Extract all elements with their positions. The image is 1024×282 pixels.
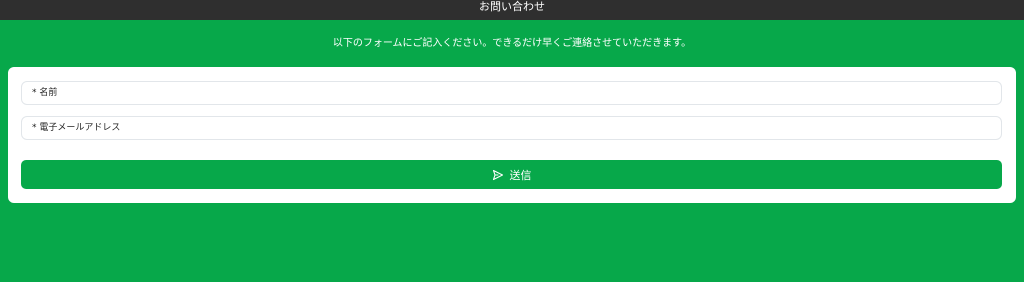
- page-header: お問い合わせ: [0, 0, 1024, 20]
- contact-form-card: 送信: [8, 67, 1016, 203]
- submit-button[interactable]: 送信: [21, 160, 1002, 189]
- page-title: お問い合わせ: [479, 0, 545, 13]
- intro-text: 以下のフォームにご記入ください。できるだけ早くご連絡させていただきます。: [332, 38, 692, 49]
- send-icon: [492, 169, 504, 181]
- submit-label: 送信: [509, 168, 532, 182]
- name-input[interactable]: [21, 81, 1002, 105]
- email-input[interactable]: [21, 116, 1002, 140]
